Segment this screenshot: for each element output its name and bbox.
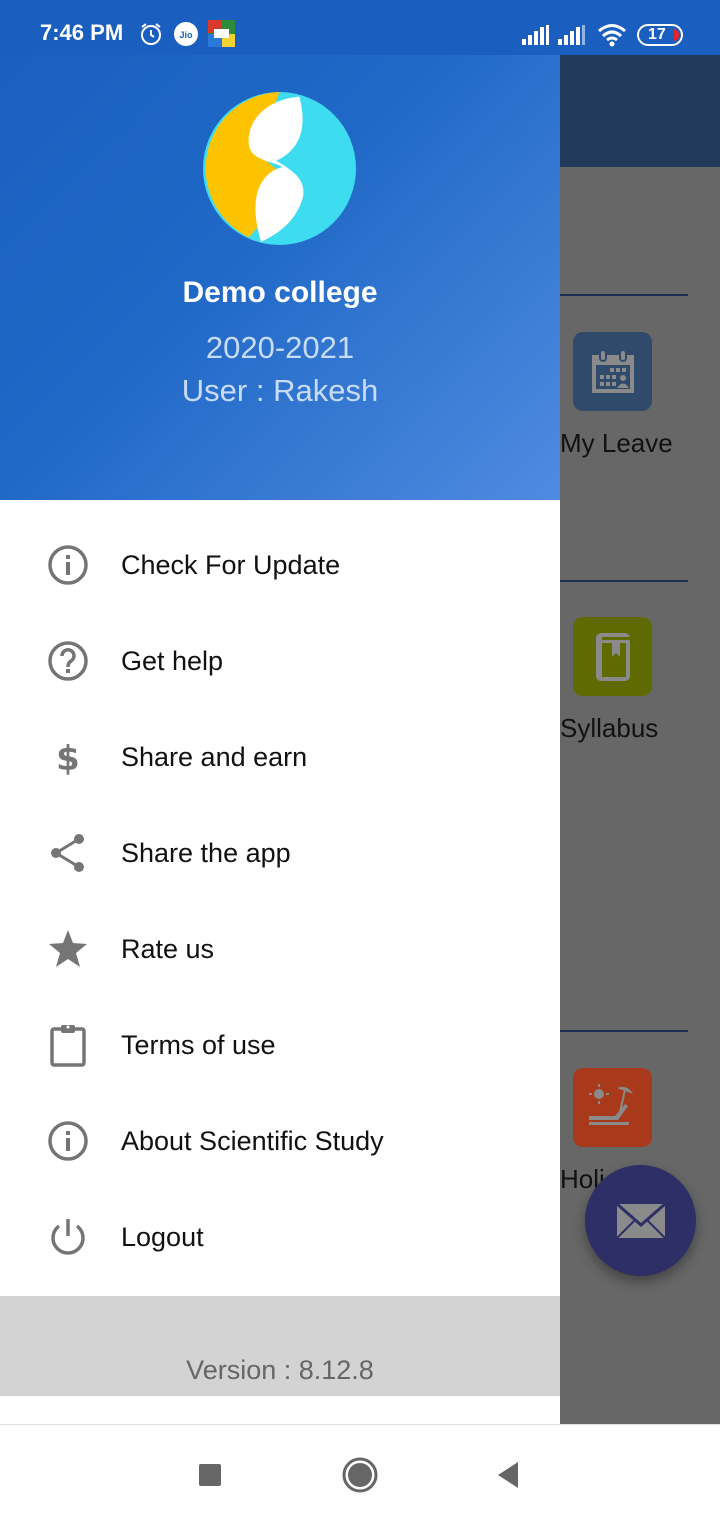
menu-item-get-help[interactable]: Get help xyxy=(0,613,560,709)
menu-item-label: Share the app xyxy=(121,837,291,868)
home-button[interactable] xyxy=(340,1455,380,1495)
star-icon xyxy=(46,927,90,971)
version-text: Version : 8.12.8 xyxy=(186,1355,374,1385)
menu-item-label: Logout xyxy=(121,1221,204,1252)
tile-label: My Leave xyxy=(560,428,673,458)
dollar-icon: $ xyxy=(46,735,90,779)
recents-button[interactable] xyxy=(190,1455,230,1495)
signal-icon xyxy=(522,25,549,45)
help-icon xyxy=(46,639,90,683)
home-icon xyxy=(342,1457,378,1493)
alarm-icon xyxy=(141,23,161,45)
status-time: 7:46 PM xyxy=(40,20,124,45)
calendar-icon xyxy=(591,348,634,393)
wifi-icon xyxy=(598,24,626,47)
version-footer: Version : 8.12.8 xyxy=(0,1296,560,1396)
status-bar: 7:46 PM Jio 17 xyxy=(0,0,720,55)
menu-item-label: Share and earn xyxy=(121,741,308,772)
menu-item-share-and-earn[interactable]: $ Share and earn xyxy=(0,709,560,805)
session-year: 2020-2021 xyxy=(205,330,355,365)
menu-item-about[interactable]: About Scientific Study xyxy=(0,1093,560,1189)
jio-text: Jio xyxy=(179,30,193,40)
section-divider xyxy=(560,580,688,582)
book-icon xyxy=(595,632,630,681)
section-divider xyxy=(560,294,688,296)
user-name: User : Rakesh xyxy=(181,373,379,408)
menu-item-share-the-app[interactable]: Share the app xyxy=(0,805,560,901)
system-nav-bar xyxy=(0,1424,720,1520)
navigation-drawer: Demo college 2020-2021 User : Rakesh Che… xyxy=(0,0,560,1424)
menu-item-label: Terms of use xyxy=(121,1029,276,1060)
mail-fab-button[interactable] xyxy=(585,1165,696,1276)
tile-my-leave[interactable] xyxy=(573,332,652,411)
power-icon xyxy=(46,1215,90,1259)
clipboard-icon xyxy=(46,1023,90,1067)
menu-item-terms-of-use[interactable]: Terms of use xyxy=(0,997,560,1093)
back-icon xyxy=(498,1462,518,1488)
mail-icon xyxy=(615,1202,666,1239)
college-name: Demo college xyxy=(182,276,378,309)
drawer-menu: Check For Update Get help $ Share and ea… xyxy=(0,517,560,1285)
menu-item-rate-us[interactable]: Rate us xyxy=(0,901,560,997)
info-icon xyxy=(46,543,90,587)
tile-label: Syllabus xyxy=(560,713,659,743)
menu-item-label: Check For Update xyxy=(121,549,341,580)
holiday-icon xyxy=(588,1083,633,1125)
svg-text:$: $ xyxy=(56,739,80,778)
tile-holiday[interactable] xyxy=(573,1068,652,1147)
tile-syllabus[interactable] xyxy=(573,617,652,696)
ludo-app-icon xyxy=(208,20,235,47)
scientific-study-logo xyxy=(203,92,356,245)
battery-level: 17 xyxy=(648,26,666,43)
signal-icon xyxy=(558,25,585,45)
info-icon xyxy=(46,1119,90,1163)
back-button[interactable] xyxy=(487,1455,527,1495)
menu-item-logout[interactable]: Logout xyxy=(0,1189,560,1285)
menu-item-check-for-update[interactable]: Check For Update xyxy=(0,517,560,613)
drawer-header: Demo college 2020-2021 User : Rakesh xyxy=(0,0,560,500)
menu-item-label: Rate us xyxy=(121,933,215,964)
share-icon xyxy=(46,831,90,875)
jio-icon: Jio xyxy=(174,22,198,46)
menu-item-label: About Scientific Study xyxy=(121,1125,384,1156)
menu-item-label: Get help xyxy=(121,645,224,676)
recents-icon xyxy=(199,1464,221,1486)
battery-icon: 17 xyxy=(637,24,683,46)
section-divider xyxy=(560,1030,688,1032)
